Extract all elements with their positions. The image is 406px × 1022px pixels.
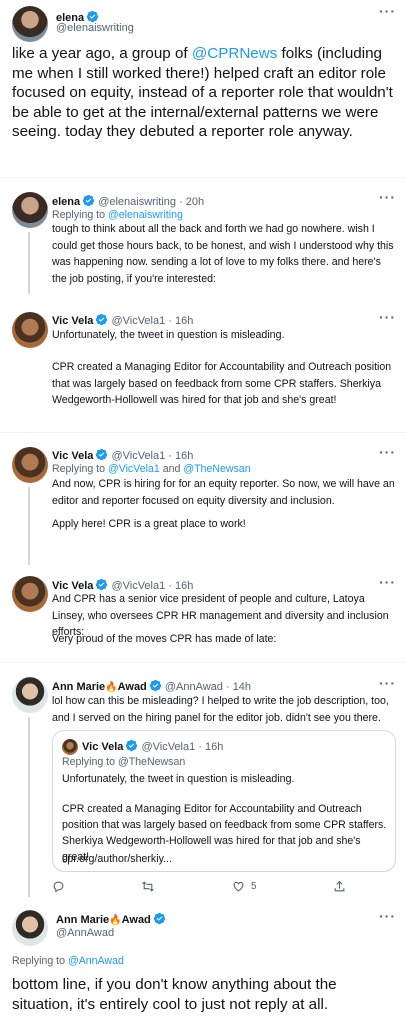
thread-line [28, 487, 30, 565]
quoted-author-name: Vic Vela [82, 741, 124, 753]
tweet-text: like a year ago, a group of @CPRNews fol… [12, 44, 394, 142]
avatar[interactable] [12, 576, 48, 612]
timestamp[interactable]: · 16h [168, 450, 193, 462]
replying-to-link[interactable]: @AnnAwad [68, 955, 124, 967]
verified-icon [149, 679, 162, 692]
verified-icon [95, 448, 108, 461]
avatar[interactable] [62, 739, 78, 755]
replying-to-link-2[interactable]: @TheNewsan [183, 463, 250, 475]
author-name[interactable]: Ann Marie🔥Awad [56, 914, 151, 926]
author-handle[interactable]: @VicVela1 [111, 450, 165, 462]
verified-icon [125, 739, 138, 752]
tweet-text-paragraph-2: Apply here! CPR is a great place to work… [52, 518, 246, 530]
quoted-text-paragraph-1: Unfortunately, the tweet in question is … [62, 773, 295, 785]
replying-to: Replying to @VicVela1 and @TheNewsan [52, 463, 251, 475]
author-name-first: Ann Marie [56, 914, 110, 926]
author-handle[interactable]: @elenaiswriting [56, 22, 134, 34]
more-dots-icon[interactable]: ··· [379, 574, 396, 590]
quoted-tweet[interactable]: Vic Vela @VicVela1 · 16h Replying to @Th… [52, 730, 396, 872]
verified-icon [82, 194, 95, 207]
replying-to: Replying to @AnnAwad [12, 955, 124, 967]
avatar[interactable] [12, 312, 48, 348]
verified-icon [95, 578, 108, 591]
quoted-link[interactable]: cpr.org/author/sherkiy... [62, 853, 172, 865]
verified-icon [153, 912, 166, 925]
avatar[interactable] [12, 6, 48, 42]
thread-line [28, 232, 30, 294]
quoted-author-handle: @VicVela1 [141, 741, 196, 753]
avatar[interactable] [12, 910, 48, 946]
timestamp[interactable]: · 14h [226, 681, 251, 693]
tweet-text-paragraph-1: Unfortunately, the tweet in question is … [52, 329, 285, 341]
replying-and: and [159, 463, 184, 475]
avatar[interactable] [12, 447, 48, 483]
timestamp[interactable]: · 20h [179, 196, 204, 208]
tweet-text: lol how can this be misleading? I helped… [52, 695, 389, 724]
action-bar: 5 [52, 880, 346, 893]
avatar[interactable] [12, 192, 48, 228]
author-handle[interactable]: @VicVela1 [111, 315, 165, 327]
more-dots-icon[interactable]: ··· [379, 309, 396, 325]
tweet-text-part-1: like a year ago, a group of [12, 45, 192, 62]
tweet-text-paragraph-1: And now, CPR is hiring for for an equity… [52, 478, 395, 507]
tweet-text: bottom line, if you don't know anything … [12, 976, 337, 1013]
replying-prefix: Replying to [12, 955, 68, 967]
fire-emoji-icon: 🔥 [109, 915, 122, 926]
tweet-text-paragraph-2: Very proud of the moves CPR has made of … [52, 633, 277, 645]
quoted-timestamp: · 16h [198, 741, 224, 753]
reply-icon [53, 881, 64, 893]
like-icon [233, 881, 244, 892]
reply-button[interactable] [52, 880, 65, 893]
more-dots-icon[interactable]: ··· [379, 908, 396, 924]
author-name[interactable]: Vic Vela [52, 450, 93, 462]
retweet-icon [142, 881, 155, 892]
like-count: 5 [250, 881, 257, 892]
author-name-first: Ann Marie [52, 681, 106, 693]
timestamp[interactable]: · 16h [168, 315, 193, 327]
like-button[interactable]: 5 [232, 880, 257, 893]
more-dots-icon[interactable]: ··· [379, 189, 396, 205]
avatar[interactable] [12, 677, 48, 713]
share-icon [334, 880, 345, 892]
mention-link[interactable]: @CPRNews [192, 45, 277, 62]
author-name[interactable]: Vic Vela [52, 315, 93, 327]
author-name-last: Awad [117, 681, 147, 693]
author-handle[interactable]: @elenaiswriting [98, 196, 176, 208]
author-name[interactable]: elena [52, 196, 80, 208]
more-dots-icon[interactable]: ··· [379, 675, 396, 691]
verified-icon [95, 313, 108, 326]
replying-prefix: Replying to [52, 463, 108, 475]
retweet-button[interactable] [141, 880, 155, 893]
fire-emoji-icon: 🔥 [105, 682, 118, 693]
divider [0, 432, 406, 433]
divider [0, 177, 406, 178]
more-dots-icon[interactable]: ··· [379, 3, 396, 19]
divider [0, 662, 406, 663]
share-button[interactable] [333, 880, 346, 893]
replying-prefix: Replying to [52, 209, 108, 221]
replying-to-link[interactable]: @elenaiswriting [108, 209, 183, 221]
author-name-last: Awad [121, 914, 151, 926]
replying-to: Replying to @elenaiswriting [52, 209, 183, 221]
thread-line [28, 717, 30, 897]
tweet-text-paragraph-2: CPR created a Managing Editor for Accoun… [52, 361, 392, 406]
author-handle[interactable]: @AnnAwad [56, 927, 114, 939]
tweet-text: tough to think about all the back and fo… [52, 223, 394, 285]
quoted-replying-to: Replying to @TheNewsan [62, 756, 186, 768]
more-dots-icon[interactable]: ··· [379, 444, 396, 460]
author-handle[interactable]: @AnnAwad [165, 681, 223, 693]
replying-to-link-1[interactable]: @VicVela1 [108, 463, 160, 475]
author-name[interactable]: Ann Marie🔥Awad [52, 681, 147, 693]
